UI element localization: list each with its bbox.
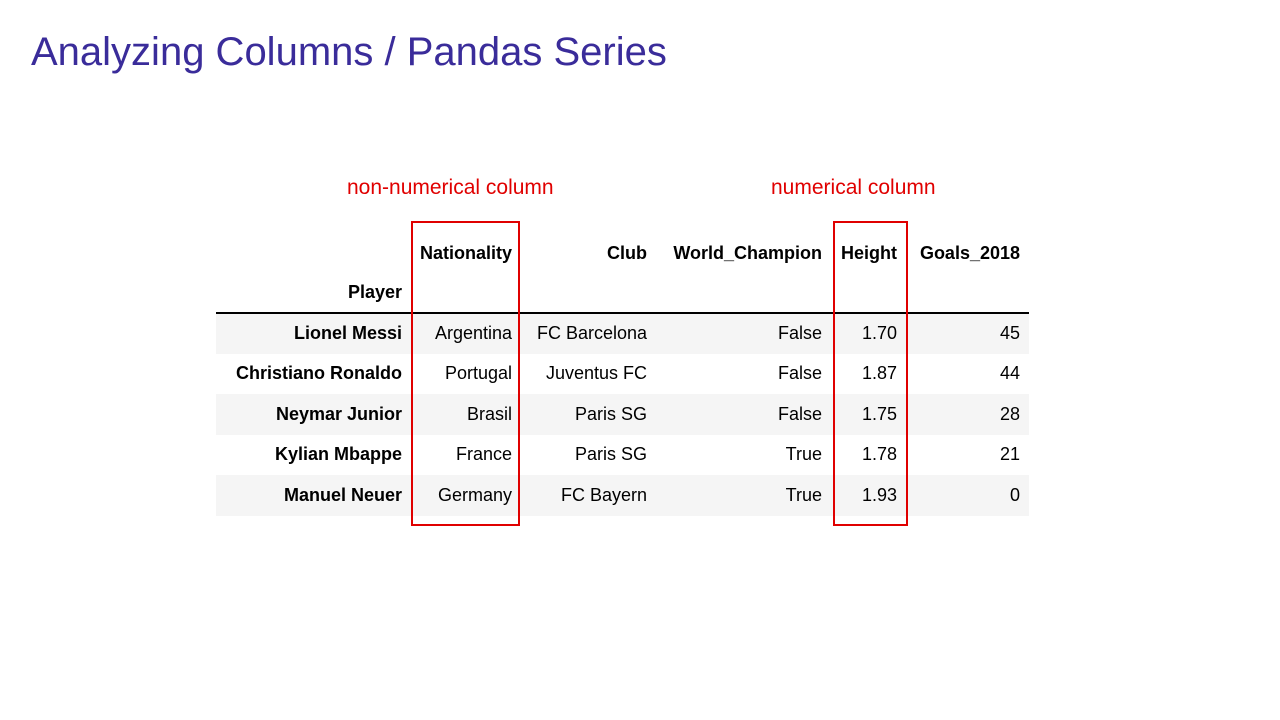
slide-title: Analyzing Columns / Pandas Series [31, 30, 667, 74]
world-champion-cell: True [785, 444, 823, 465]
height-cell: 1.78 [861, 444, 898, 465]
header-goals-2018: Goals_2018 [919, 242, 1021, 263]
goals-cell: 44 [999, 363, 1021, 384]
slide: Analyzing Columns / Pandas Series non-nu… [0, 0, 1280, 720]
player-name: Lionel Messi [293, 323, 402, 344]
club-cell: Paris SG [574, 403, 648, 424]
goals-cell: 21 [999, 444, 1021, 465]
world-champion-cell: False [778, 323, 823, 344]
goals-cell: 0 [1010, 484, 1021, 505]
height-cell: 1.93 [861, 484, 898, 505]
goals-cell: 45 [999, 323, 1021, 344]
world-champion-cell: False [778, 363, 823, 384]
goals-cell: 28 [999, 403, 1021, 424]
nationality-cell: Portugal [444, 363, 513, 384]
nationality-cell: Brasil [467, 403, 513, 424]
player-name: Christiano Ronaldo [236, 363, 402, 384]
world-champion-cell: False [778, 403, 823, 424]
header-corner [216, 233, 411, 273]
table-row: Kylian Mbappe France Paris SG True 1.78 … [216, 434, 1030, 475]
header-height: Height [841, 242, 898, 263]
club-cell: Paris SG [574, 444, 648, 465]
nationality-cell: France [455, 444, 513, 465]
header-world-champion: World_Champion [673, 242, 823, 263]
world-champion-cell: True [785, 484, 823, 505]
dataframe-table: Nationality Club World_Champion Height G… [216, 233, 1030, 516]
column-header-row: Nationality Club World_Champion Height G… [216, 233, 1029, 273]
height-cell: 1.75 [861, 403, 898, 424]
header-nationality: Nationality [420, 242, 513, 263]
nationality-cell: Argentina [434, 323, 513, 344]
index-header-row: Player [216, 273, 1030, 314]
club-cell: Juventus FC [545, 363, 648, 384]
player-name: Manuel Neuer [283, 484, 402, 505]
numerical-annotation: numerical column [771, 176, 936, 199]
player-name: Kylian Mbappe [274, 444, 402, 465]
nationality-cell: Germany [437, 484, 513, 505]
player-name: Neymar Junior [275, 403, 402, 424]
table-row: Christiano Ronaldo Portugal Juventus FC … [216, 353, 1030, 394]
header-club: Club [607, 242, 648, 263]
table-row: Neymar Junior Brasil Paris SG False 1.75… [216, 394, 1030, 435]
height-cell: 1.87 [861, 363, 898, 384]
index-name: Player [216, 273, 411, 314]
club-cell: FC Barcelona [536, 323, 648, 344]
club-cell: FC Bayern [560, 484, 648, 505]
non-numerical-annotation: non-numerical column [347, 176, 554, 199]
table-row: Lionel Messi Argentina FC Barcelona Fals… [216, 313, 1030, 354]
table-row: Manuel Neuer Germany FC Bayern True 1.93… [216, 475, 1030, 516]
height-cell: 1.70 [861, 323, 898, 344]
